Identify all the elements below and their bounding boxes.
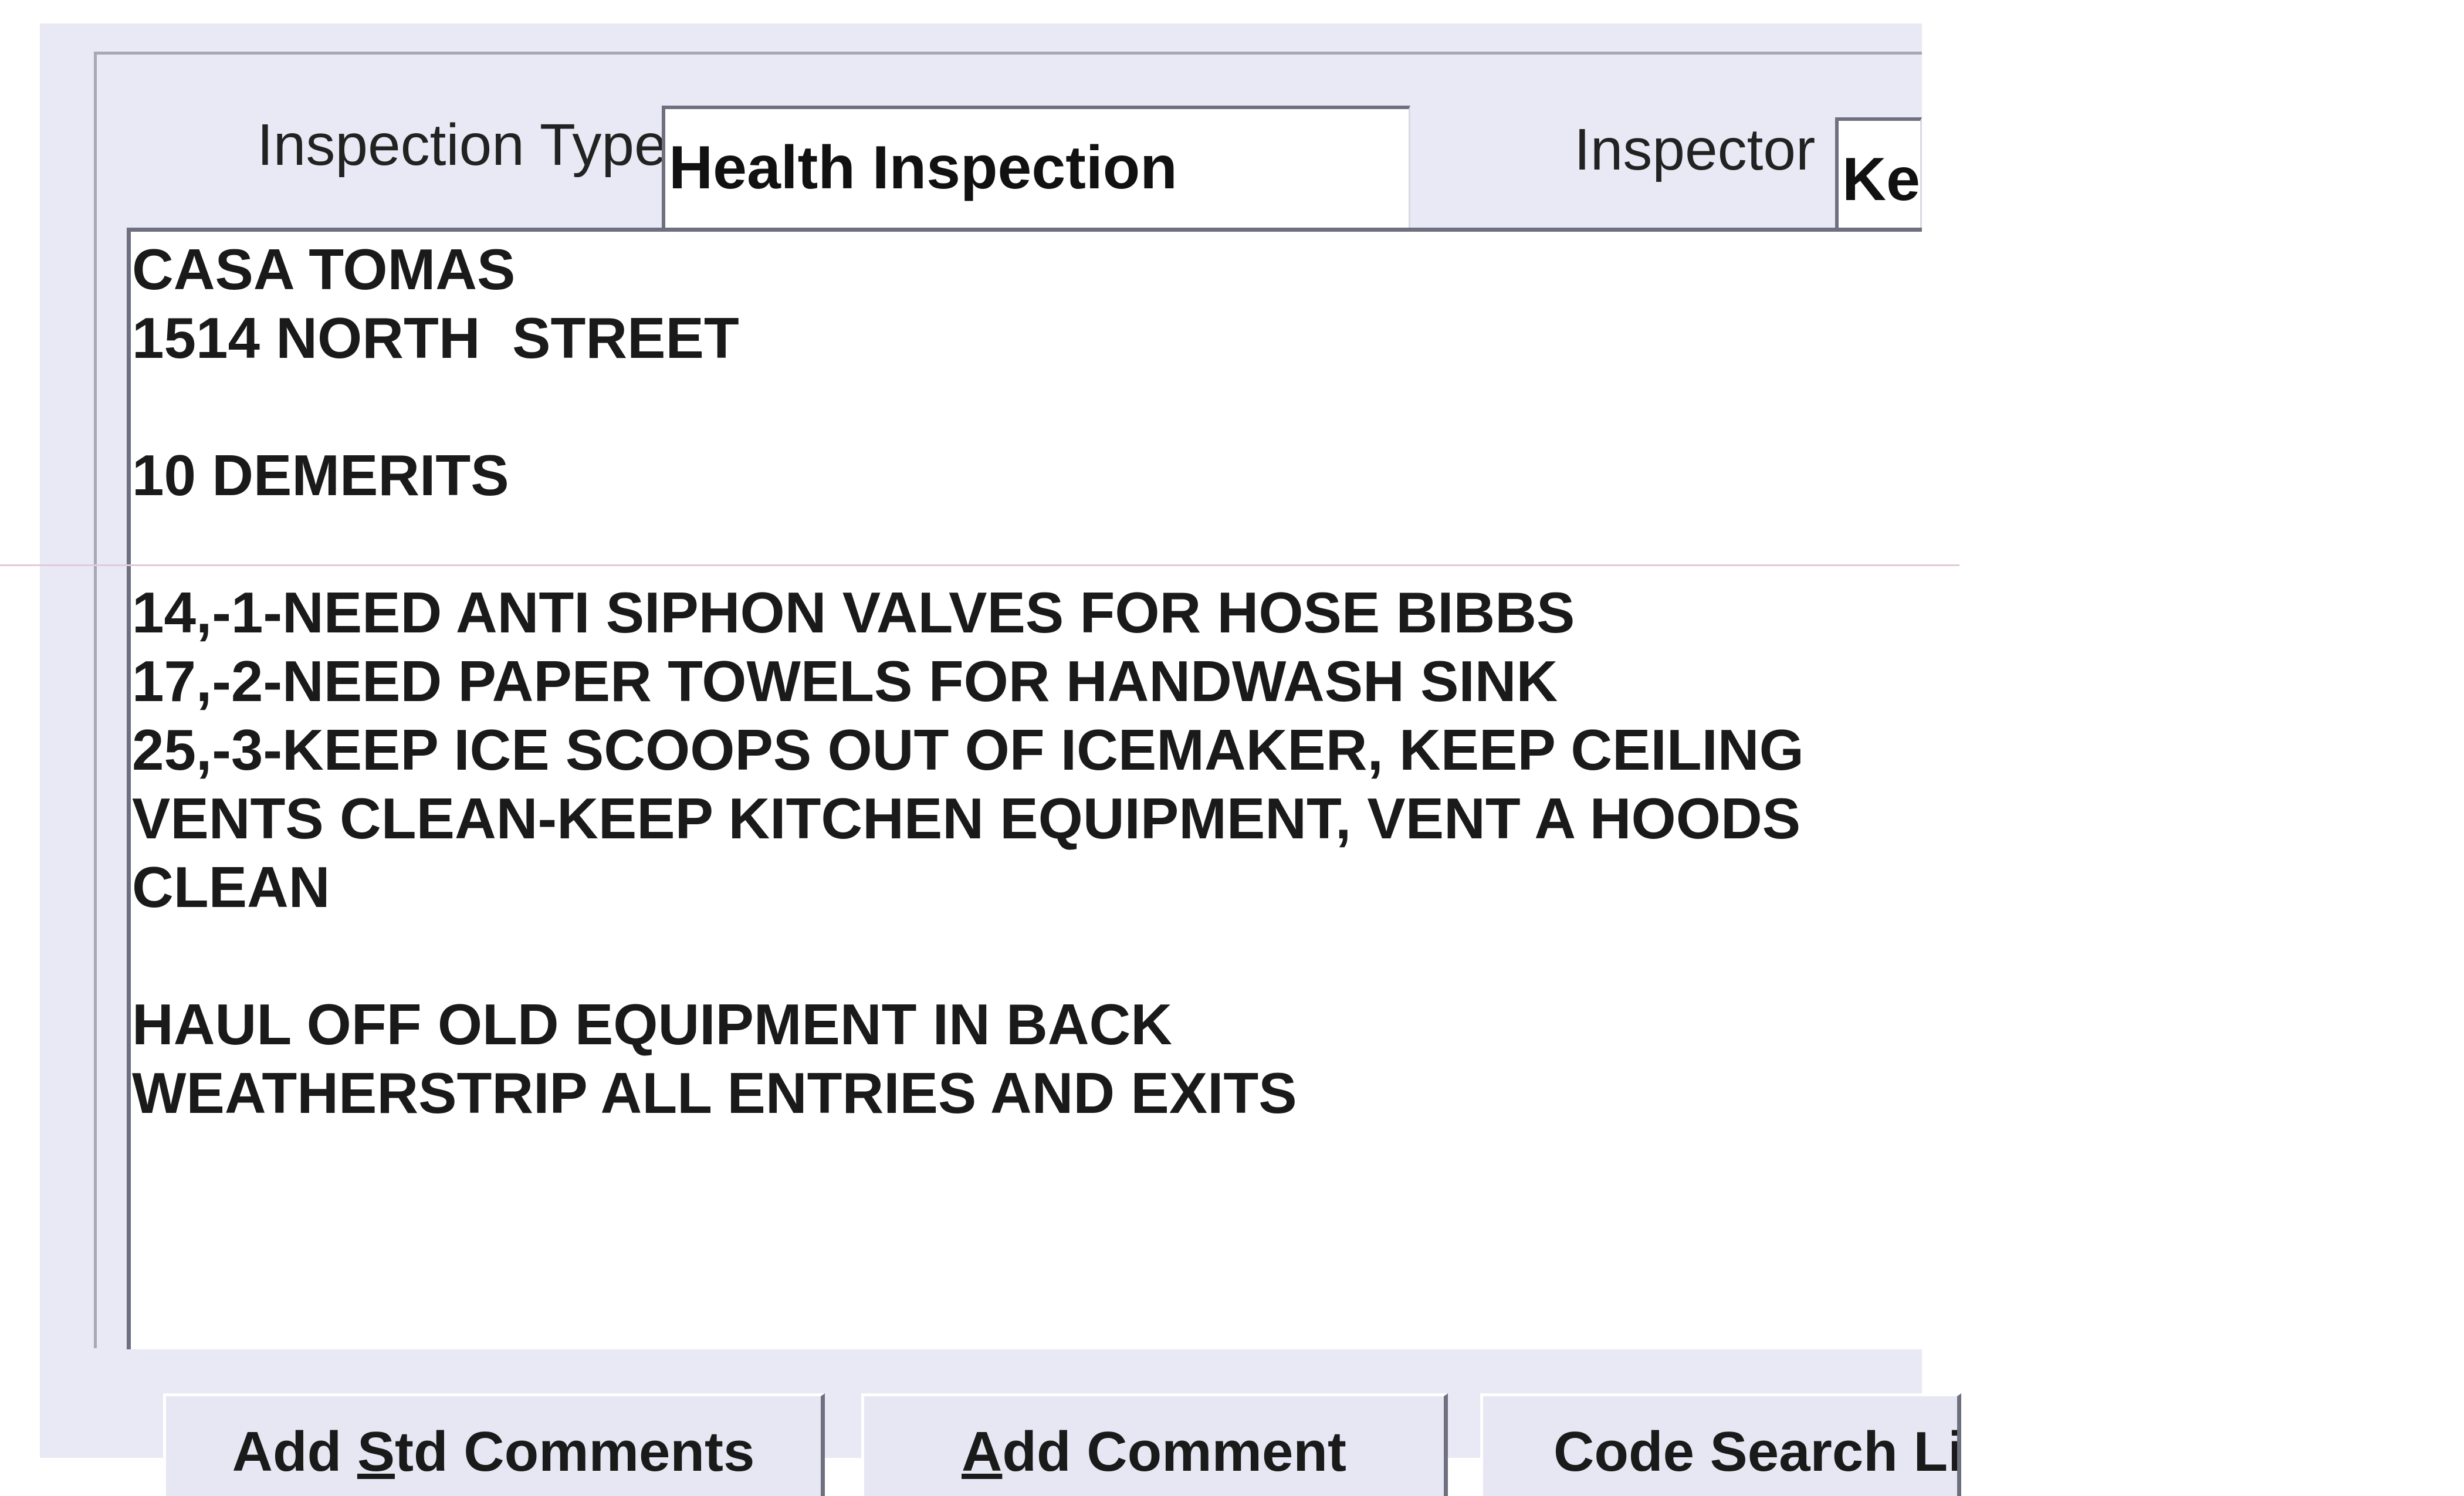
add-std-comments-button[interactable]: Add Std Comments bbox=[163, 1393, 825, 1496]
add-std-comments-accelerator: S bbox=[357, 1420, 395, 1483]
code-search-label: Code Search Li bbox=[1553, 1420, 1961, 1483]
add-comment-button[interactable]: Add Comment bbox=[861, 1393, 1448, 1496]
add-std-comments-label-pre: Add bbox=[232, 1420, 357, 1483]
comments-textarea[interactable]: CASA TOMAS 1514 NORTH STREET 10 DEMERITS… bbox=[127, 228, 1922, 1349]
inspection-type-label: Inspection Type bbox=[257, 112, 667, 178]
inspector-field[interactable]: Ke bbox=[1835, 117, 1922, 241]
add-comment-accelerator: A bbox=[962, 1420, 1003, 1483]
scan-artifact-line bbox=[0, 564, 1959, 566]
inspection-window: Inspection Type Health Inspection Inspec… bbox=[40, 23, 1961, 1496]
comments-text: CASA TOMAS 1514 NORTH STREET 10 DEMERITS… bbox=[132, 237, 1804, 1125]
inspector-label: Inspector bbox=[1574, 117, 1816, 182]
inspection-type-field[interactable]: Health Inspection bbox=[662, 106, 1410, 232]
add-comment-label-post: dd Comment bbox=[1002, 1420, 1346, 1483]
code-search-button[interactable]: Code Search Li bbox=[1480, 1393, 1961, 1496]
add-std-comments-label-post: td Comments bbox=[394, 1420, 755, 1483]
scanned-page: Inspection Type Health Inspection Inspec… bbox=[0, 0, 2464, 1496]
